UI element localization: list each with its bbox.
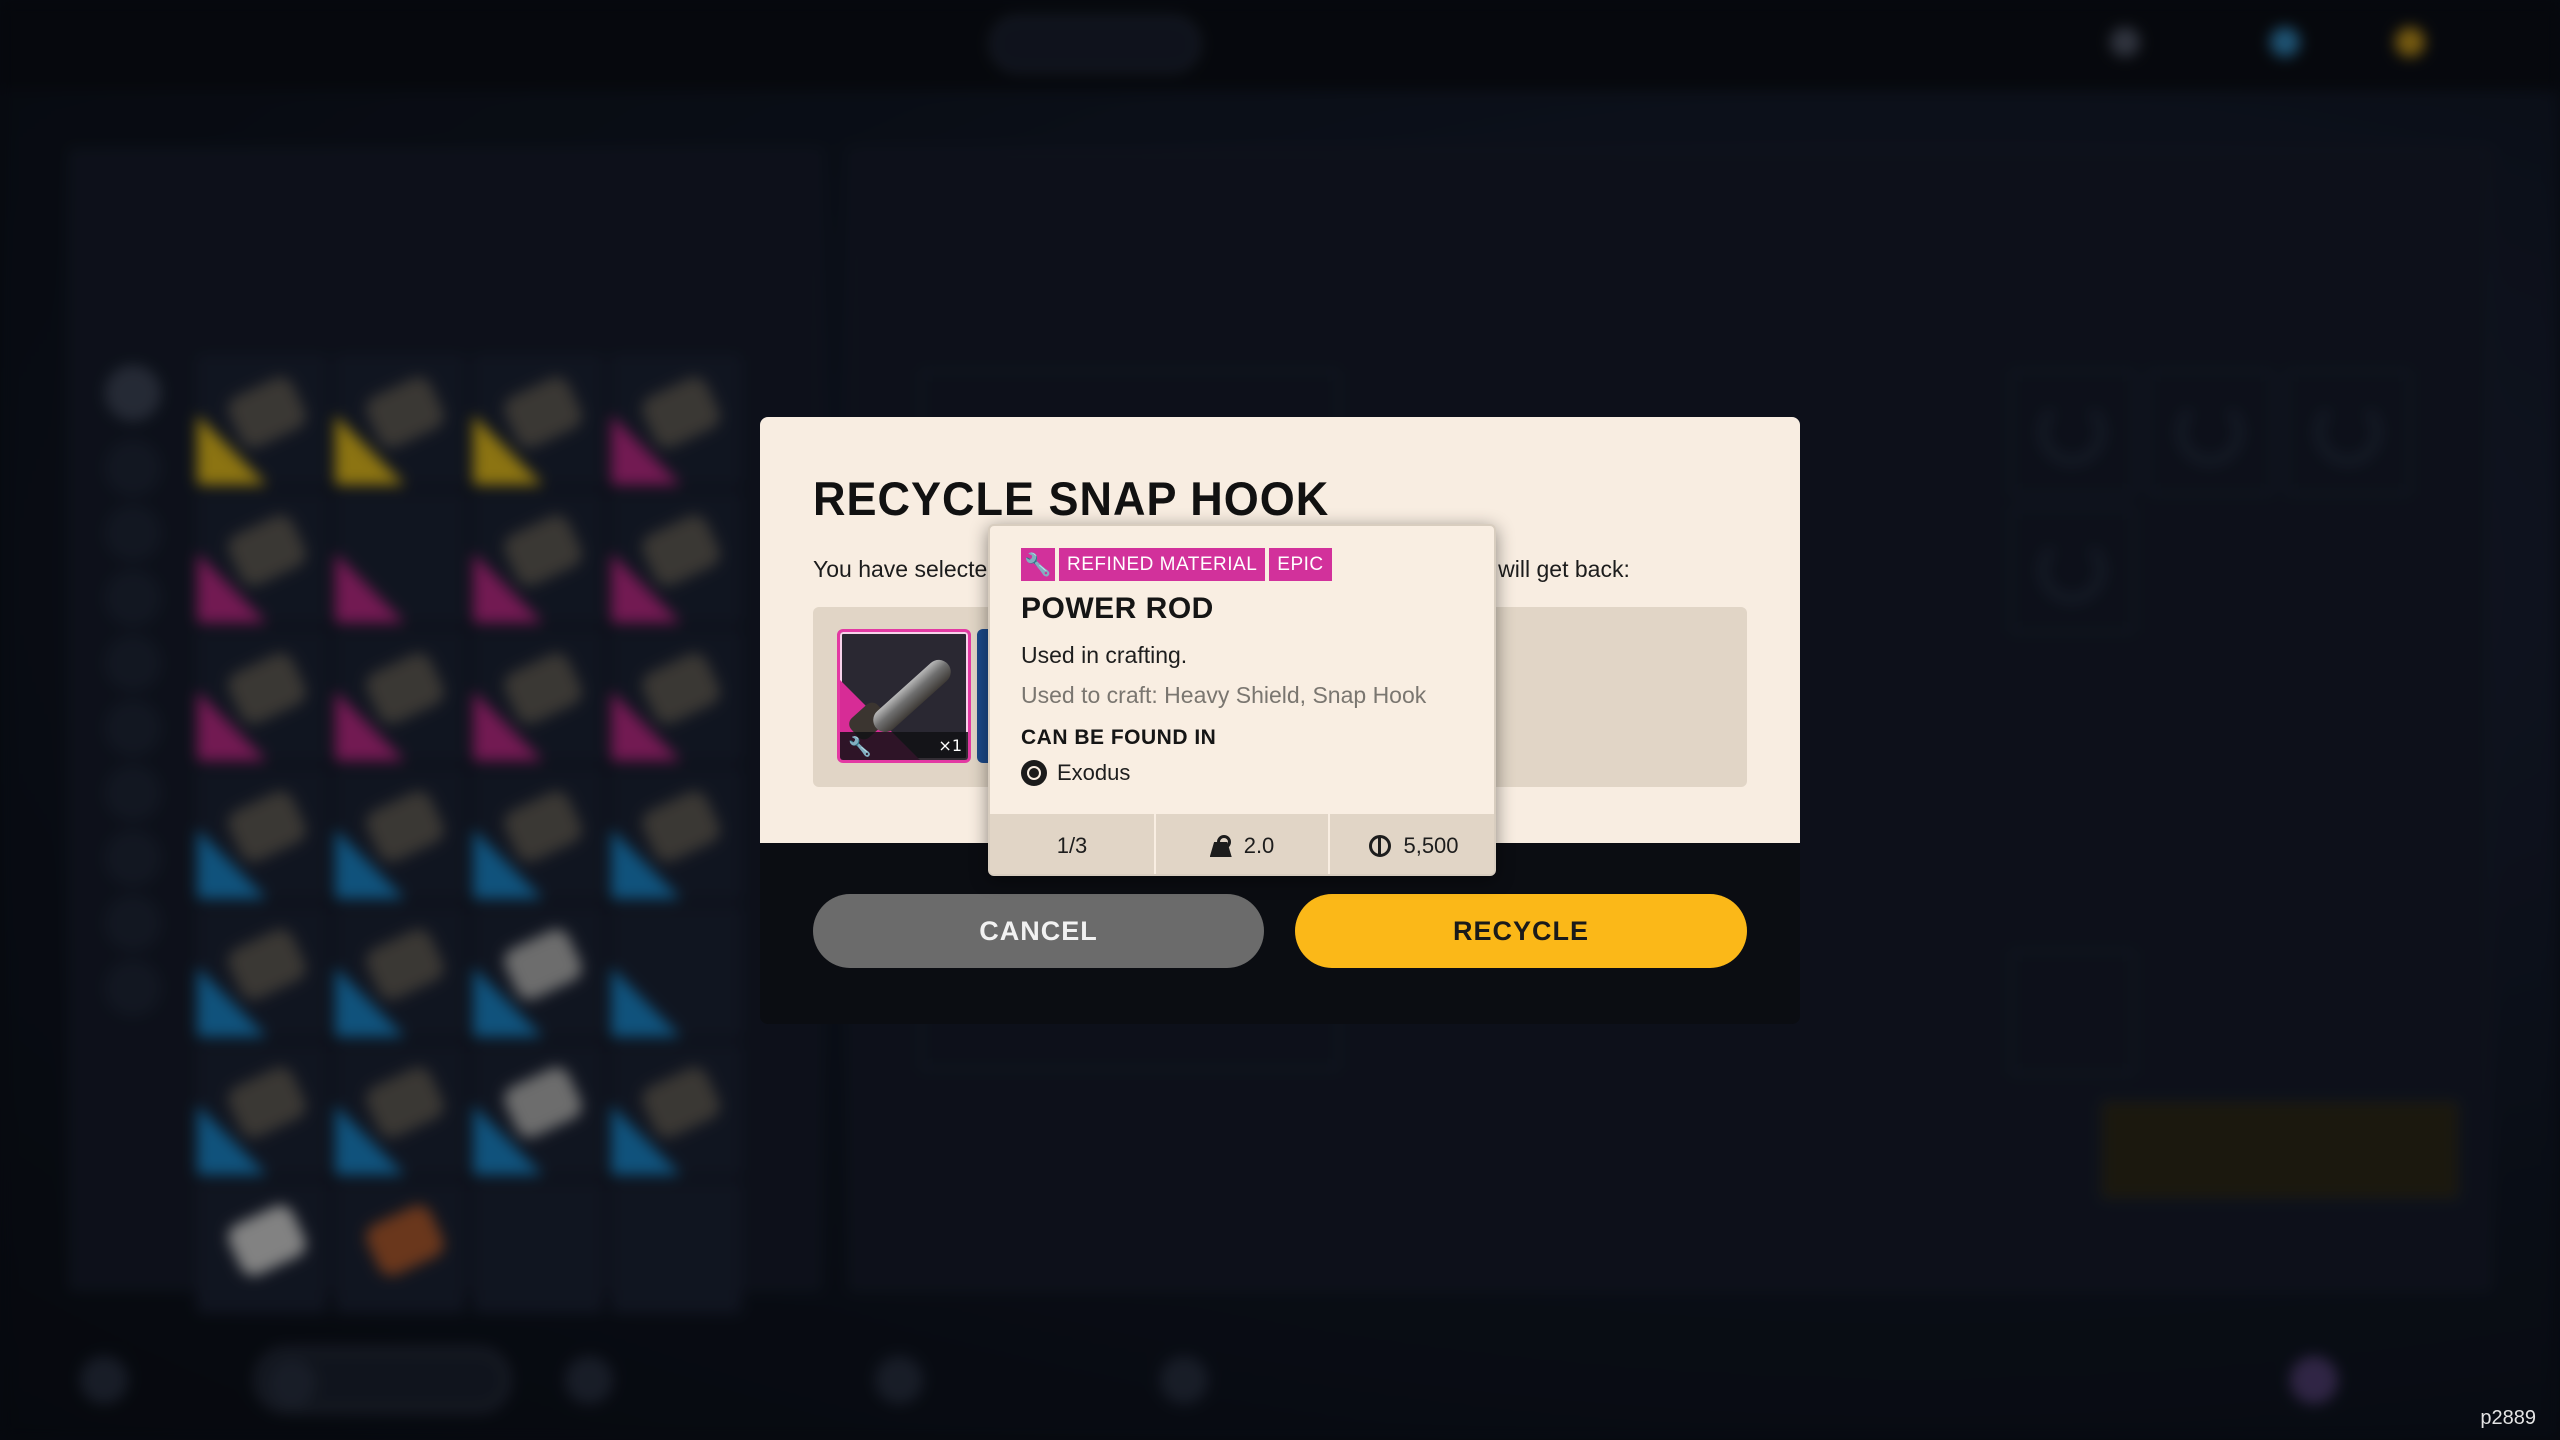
stat-stack: 1/3 [990,814,1156,874]
item-description: Used in crafting. [1021,642,1188,668]
item-tags: 🔧 REFINED MATERIAL EPIC [1021,548,1332,581]
dialog-message: You have selecte [813,556,988,582]
weight-icon [1210,835,1232,857]
recycle-button[interactable]: RECYCLE [1295,894,1747,968]
coin-icon [1369,835,1392,857]
location-icon [1021,760,1047,786]
item-used-to-craft: Used to craft: Heavy Shield, Snap Hook [1021,682,1427,708]
found-location: Exodus [1021,760,1130,786]
build-id: p2889 [2480,1407,2536,1429]
rarity-tag: EPIC [1269,548,1332,581]
stat-value: 5,500 [1330,814,1494,874]
cancel-button[interactable]: CANCEL [813,894,1264,968]
item-tooltip: 🔧 REFINED MATERIAL EPIC POWER ROD Used i… [988,524,1496,876]
item-quantity: ×1 [938,736,962,755]
item-name: POWER ROD [1021,592,1214,625]
result-item-power-rod[interactable]: 🔧 ×1 [837,629,971,763]
wrench-icon: 🔧 [1021,548,1055,581]
stat-weight: 2.0 [1156,814,1330,874]
location-name: Exodus [1057,760,1131,785]
item-stats: 1/3 2.0 5,500 [990,814,1494,874]
wrench-icon: 🔧 [848,736,872,758]
weight-value: 2.0 [1243,833,1275,858]
item-type-tag: REFINED MATERIAL [1059,548,1266,581]
item-footer: 🔧 ×1 [840,732,968,760]
stack-count: 1/3 [1056,833,1088,858]
dialog-title: RECYCLE SNAP HOOK [813,471,1330,526]
dialog-message-continued: u will get back: [1479,556,1630,582]
sell-value: 5,500 [1403,833,1459,858]
found-in-heading: CAN BE FOUND IN [1021,726,1217,749]
